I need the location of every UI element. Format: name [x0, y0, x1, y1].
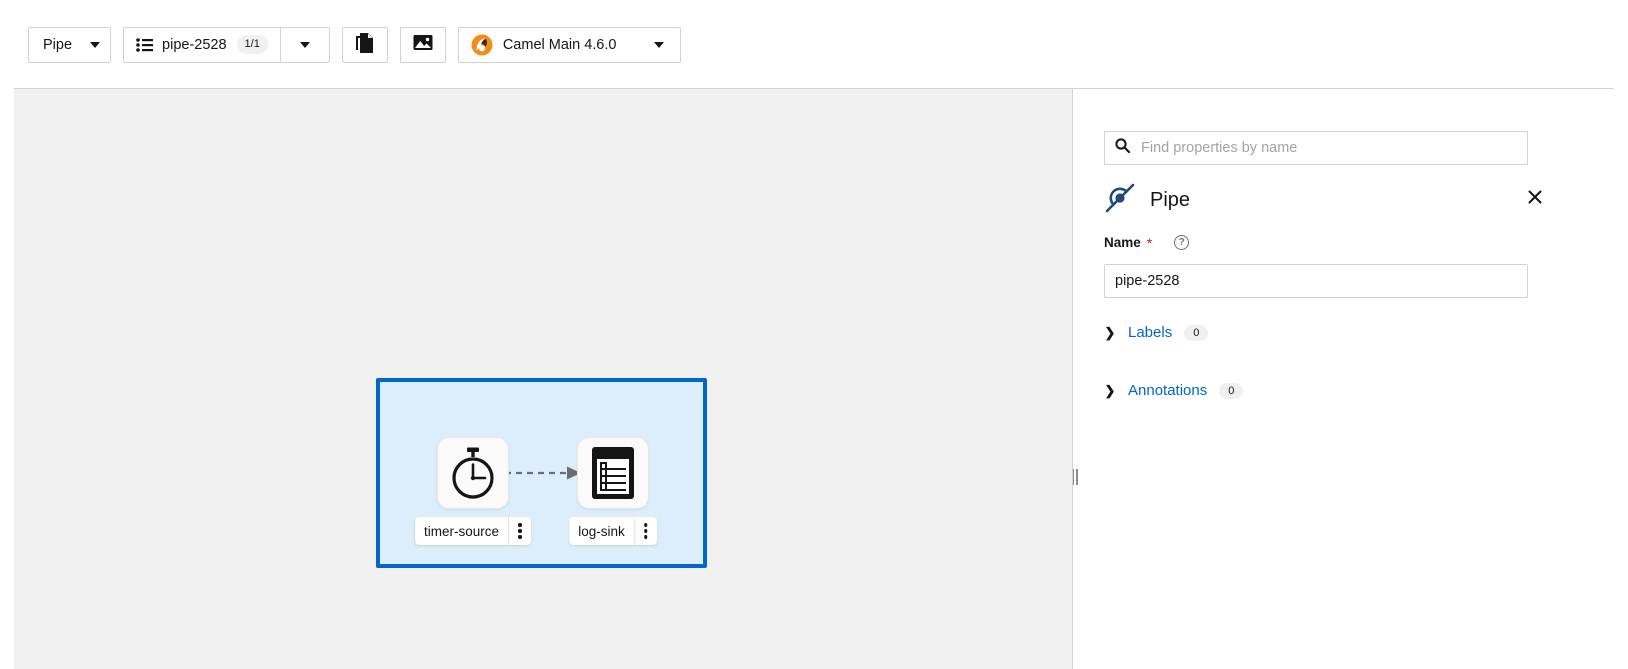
list-icon: [136, 38, 153, 52]
chevron-right-icon: ❯: [1104, 325, 1116, 341]
accordion-label: Labels: [1128, 324, 1172, 341]
accordion-annotations[interactable]: ❯ Annotations 0: [1104, 382, 1243, 399]
image-icon: [413, 34, 433, 55]
duplicate-button[interactable]: [342, 27, 388, 63]
name-input[interactable]: [1104, 264, 1528, 298]
properties-search[interactable]: [1104, 131, 1528, 165]
flow-count-badge: 1/1: [237, 35, 268, 53]
name-field-label: Name: [1104, 235, 1141, 250]
runtime-label: Camel Main 4.6.0: [503, 37, 617, 53]
flow-select[interactable]: pipe-2528 1/1: [123, 27, 330, 63]
node-log-sink[interactable]: log-sink: [577, 437, 649, 545]
accordion-label: Annotations: [1128, 382, 1207, 399]
panel-close-button[interactable]: [1523, 185, 1547, 209]
required-marker: *: [1147, 236, 1152, 250]
resource-type-select[interactable]: Pipe: [28, 27, 111, 63]
log-document-icon[interactable]: [577, 437, 649, 509]
panel-header: Pipe: [1104, 181, 1552, 219]
flow-name-label: pipe-2528: [162, 37, 227, 53]
node-kebab-menu-button[interactable]: [635, 517, 657, 545]
properties-panel: Pipe Name * ? ❯ Labels 0 ❯ Annotations 0: [1080, 89, 1628, 669]
copy-documents-icon: [355, 33, 374, 57]
node-label-text: log-sink: [569, 517, 634, 545]
accordion-count-badge: 0: [1184, 325, 1208, 341]
node-label-log-sink[interactable]: log-sink: [569, 517, 657, 545]
timer-stopwatch-icon[interactable]: [437, 437, 509, 509]
drag-handle-icon: [1076, 469, 1078, 485]
node-label-text: timer-source: [415, 517, 508, 545]
node-timer-source[interactable]: timer-source: [437, 437, 509, 545]
chevron-down-icon: [90, 42, 100, 48]
export-image-button[interactable]: [400, 27, 446, 63]
kaoto-pipe-editor: Pipe pipe-2528 1/1: [0, 0, 1628, 669]
panel-title: Pipe: [1150, 189, 1190, 212]
resource-type-label: Pipe: [43, 37, 72, 53]
accordion-labels[interactable]: ❯ Labels 0: [1104, 324, 1208, 341]
pipe-icon: [1104, 182, 1136, 219]
chevron-down-icon: [300, 42, 310, 48]
search-input[interactable]: [1139, 139, 1517, 157]
close-icon: [1528, 190, 1542, 204]
drag-handle-icon: [1073, 469, 1075, 485]
kebab-menu-icon: [518, 523, 522, 539]
accordion-count-badge: 0: [1219, 383, 1243, 399]
runtime-dropdown-button[interactable]: [638, 27, 680, 63]
node-label-timer-source[interactable]: timer-source: [415, 517, 531, 545]
camel-logo-icon: [471, 34, 493, 56]
flow-select-dropdown-button[interactable]: [281, 27, 329, 63]
panel-resize-handle[interactable]: [1071, 468, 1079, 486]
name-field-label-row: Name * ?: [1104, 235, 1189, 250]
chevron-down-icon: [654, 42, 664, 48]
chevron-right-icon: ❯: [1104, 383, 1116, 399]
diagram-canvas[interactable]: timer-source lo: [14, 89, 1073, 669]
toolbar: Pipe pipe-2528 1/1: [0, 0, 1628, 89]
kebab-menu-icon: [644, 523, 648, 539]
question-circle-icon[interactable]: ?: [1174, 235, 1189, 250]
search-icon: [1115, 138, 1130, 158]
node-kebab-menu-button[interactable]: [509, 517, 531, 545]
runtime-select[interactable]: Camel Main 4.6.0: [458, 27, 682, 63]
